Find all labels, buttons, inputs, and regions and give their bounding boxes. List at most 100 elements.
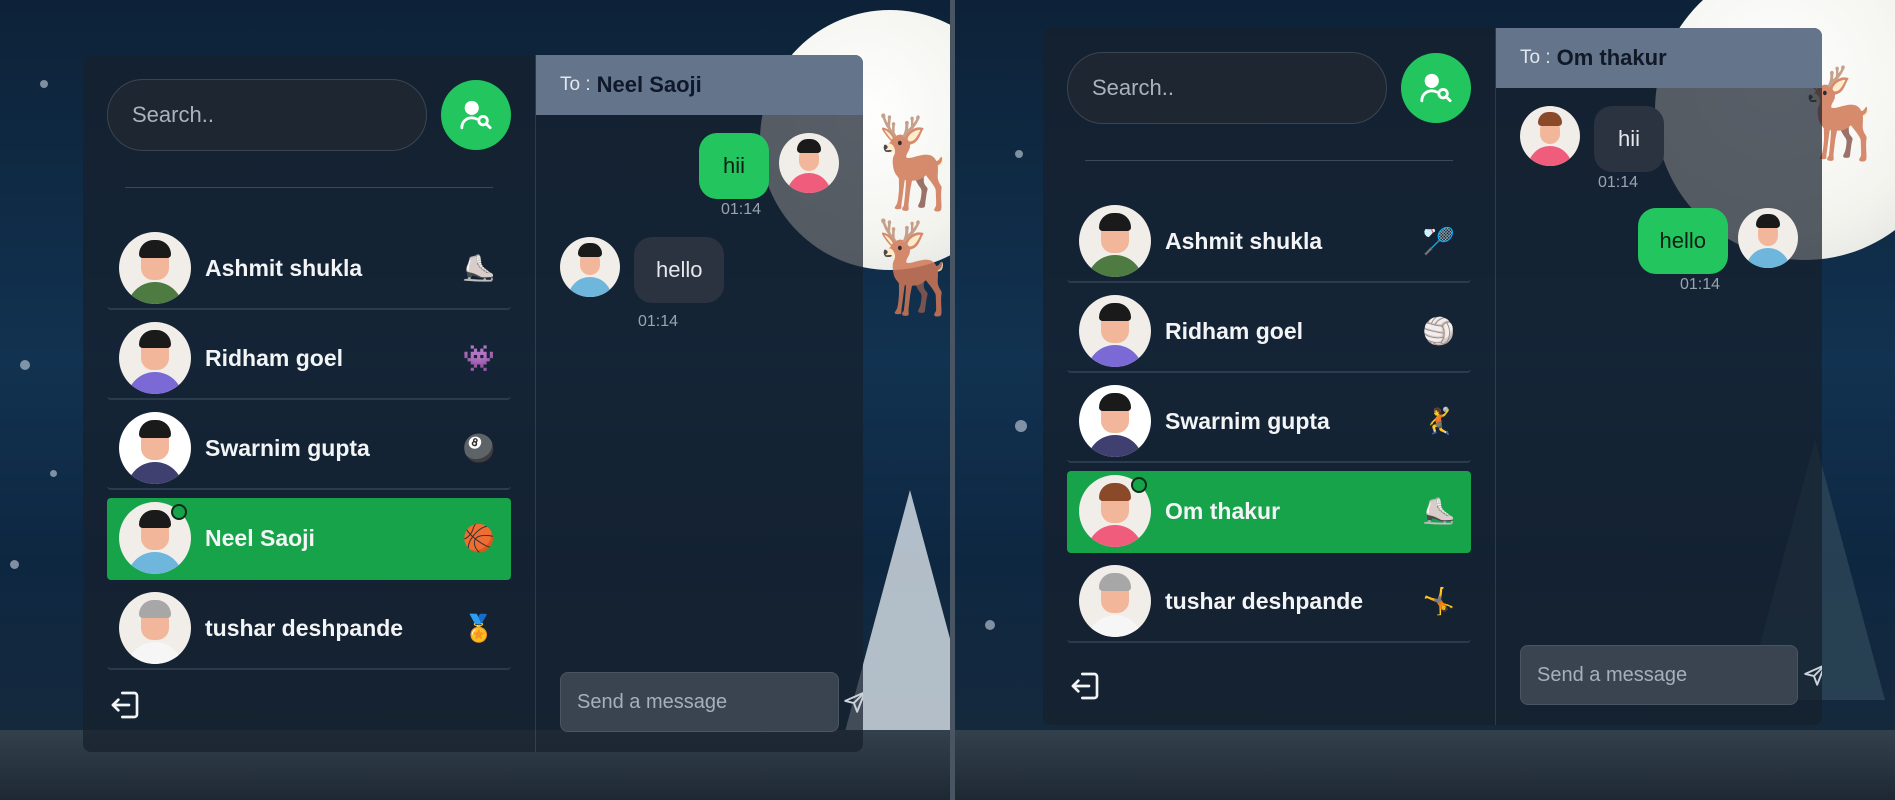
message-input[interactable] <box>1537 663 1802 687</box>
sidebar: Ashmit shukla ⛸️ Ridham goel 👾 Swarnim g… <box>83 55 536 752</box>
online-indicator <box>1131 477 1147 493</box>
message-bubble: hello <box>1637 208 1728 274</box>
snowflake <box>50 470 57 477</box>
chat-panel: To : Om thakur hii 01:14 hello 01:14 <box>1496 28 1822 725</box>
to-label: To : <box>1520 47 1551 68</box>
conversation-name: Swarnim gupta <box>205 434 370 461</box>
message-composer <box>1520 645 1822 705</box>
logout-button[interactable] <box>1069 670 1101 707</box>
snowflake <box>1015 420 1027 432</box>
status-emoji: 🏀 <box>462 522 496 553</box>
status-emoji: ⛸️ <box>462 252 496 283</box>
status-emoji: 🏸 <box>1422 225 1456 256</box>
conversation-name: Om thakur <box>1165 497 1281 524</box>
search-box <box>107 79 427 151</box>
send-icon <box>1804 665 1822 686</box>
search-input[interactable] <box>1092 75 1386 101</box>
recipient-name: Neel Saoji <box>596 72 702 97</box>
conversation-name: Swarnim gupta <box>1165 407 1330 434</box>
avatar <box>1079 565 1151 637</box>
user-search-icon <box>1420 73 1452 103</box>
logout-icon <box>111 691 139 719</box>
avatar <box>560 237 620 297</box>
avatar <box>779 133 839 193</box>
message-time: 01:14 <box>1598 174 1639 191</box>
conversation-item[interactable]: Ashmit shukla 🏸 <box>1067 201 1471 283</box>
message-bubble: hii <box>699 133 769 199</box>
message-composer <box>560 672 863 732</box>
conversation-name: Ashmit shukla <box>1165 227 1323 254</box>
status-emoji: 👾 <box>462 342 496 373</box>
recipient-name: Om thakur <box>1556 45 1667 70</box>
conversation-name: Ashmit shukla <box>205 254 363 281</box>
conversation-item[interactable]: Swarnim gupta 🎱 <box>107 408 511 490</box>
status-emoji: 🤸 <box>1422 585 1456 616</box>
chat-panel: To : Neel Saoji hii 01:14 hello 01:14 <box>536 55 863 752</box>
avatar <box>1738 208 1798 268</box>
send-button[interactable] <box>1802 662 1822 688</box>
avatar <box>119 592 191 664</box>
search-user-button[interactable] <box>1401 53 1471 123</box>
status-emoji: 🤾 <box>1422 405 1456 436</box>
search-row <box>1067 52 1471 124</box>
chat-app-window-right: Ashmit shukla 🏸 Ridham goel 🏐 Swarnim gu… <box>1043 28 1822 725</box>
search-user-button[interactable] <box>441 80 511 150</box>
message-list: hii 01:14 hello 01:14 <box>536 115 863 752</box>
message-time: 01:14 <box>638 313 679 330</box>
snowy-ground <box>955 730 1895 800</box>
status-emoji: 🎱 <box>462 432 496 463</box>
conversation-item-active[interactable]: Neel Saoji 🏀 <box>107 498 511 580</box>
message-bubble: hello <box>634 237 725 303</box>
conversation-name: Neel Saoji <box>205 524 315 551</box>
search-row <box>107 79 511 151</box>
send-button[interactable] <box>842 689 863 715</box>
conversation-name: Ridham goel <box>205 344 344 371</box>
message-outgoing: hello <box>1637 208 1798 274</box>
snowflake <box>985 620 995 630</box>
conversation-item[interactable]: tushar deshpande 🏅 <box>107 588 511 670</box>
snowflake <box>20 360 30 370</box>
message-time: 01:14 <box>1679 276 1720 293</box>
message-outgoing: hii <box>699 133 839 199</box>
chat-app-window-left: Ashmit shukla ⛸️ Ridham goel 👾 Swarnim g… <box>83 55 863 752</box>
sidebar-separator <box>1085 160 1453 161</box>
status-emoji: ⛸️ <box>1422 495 1456 526</box>
sidebar-separator <box>125 187 493 188</box>
avatar <box>1520 106 1580 166</box>
conversation-name: tushar deshpande <box>205 614 404 641</box>
avatar <box>1079 205 1151 277</box>
conversation-item[interactable]: Ridham goel 🏐 <box>1067 291 1471 373</box>
avatar <box>1079 385 1151 457</box>
chat-header: To : Om thakur <box>1496 28 1822 88</box>
conversation-item[interactable]: Ridham goel 👾 <box>107 318 511 400</box>
snowflake <box>1015 150 1023 158</box>
conversation-name: tushar deshpande <box>1165 587 1364 614</box>
conversation-item-active[interactable]: Om thakur ⛸️ <box>1067 471 1471 553</box>
message-bubble: hii <box>1594 106 1664 172</box>
sidebar: Ashmit shukla 🏸 Ridham goel 🏐 Swarnim gu… <box>1043 28 1496 725</box>
message-time: 01:14 <box>720 201 761 218</box>
message-list: hii 01:14 hello 01:14 <box>1496 88 1822 725</box>
conversation-item[interactable]: Ashmit shukla ⛸️ <box>107 228 511 310</box>
send-icon <box>844 691 863 713</box>
status-emoji: 🏐 <box>1422 315 1456 346</box>
reindeer-sleigh: 🦌🦌 <box>860 113 950 318</box>
message-incoming: hello <box>560 237 725 303</box>
conversation-name: Ridham goel <box>1165 317 1304 344</box>
search-input[interactable] <box>132 102 426 128</box>
search-box <box>1067 52 1387 124</box>
user-search-icon <box>460 100 492 130</box>
conversation-item[interactable]: Swarnim gupta 🤾 <box>1067 381 1471 463</box>
logout-button[interactable] <box>109 689 141 726</box>
message-input[interactable] <box>577 690 842 714</box>
to-label: To : <box>560 74 591 95</box>
conversation-item[interactable]: tushar deshpande 🤸 <box>1067 561 1471 643</box>
avatar <box>119 322 191 394</box>
message-incoming: hii <box>1520 106 1664 172</box>
avatar <box>1079 295 1151 367</box>
avatar <box>119 412 191 484</box>
avatar <box>119 232 191 304</box>
online-indicator <box>171 504 187 520</box>
chat-header: To : Neel Saoji <box>536 55 863 115</box>
status-emoji: 🏅 <box>462 612 496 643</box>
